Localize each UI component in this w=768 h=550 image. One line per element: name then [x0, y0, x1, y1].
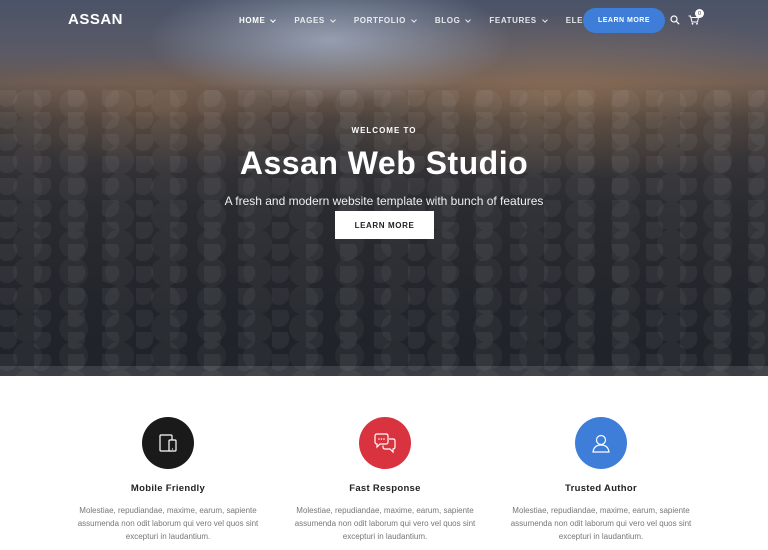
user-icon	[575, 417, 627, 469]
features-section: Mobile Friendly Molestiae, repudiandae, …	[0, 376, 768, 550]
feature-fast-response: Fast Response Molestiae, repudiandae, ma…	[277, 376, 493, 543]
menu-label: PORTFOLIO	[353, 16, 406, 25]
menu-item-pages[interactable]: PAGES	[294, 16, 336, 25]
logo[interactable]: ASSAN	[68, 11, 123, 28]
chevron-down-icon	[465, 16, 472, 23]
cart-count-badge: 0	[695, 9, 704, 18]
search-icon[interactable]	[670, 15, 680, 25]
feature-title: Trusted Author	[565, 483, 637, 494]
hero-section: ASSAN HOME PAGES PORTFOLIO BLOG FEATURES…	[0, 0, 768, 376]
chevron-down-icon	[329, 16, 336, 23]
feature-trusted-author: Trusted Author Molestiae, repudiandae, m…	[493, 376, 709, 543]
mobile-icon	[142, 417, 194, 469]
menu-item-portfolio[interactable]: PORTFOLIO	[353, 16, 417, 25]
feature-title: Mobile Friendly	[130, 483, 206, 494]
hero-eyebrow: WELCOME TO	[351, 126, 417, 135]
menu-item-home[interactable]: HOME	[239, 16, 277, 25]
top-navbar: ASSAN HOME PAGES PORTFOLIO BLOG FEATURES…	[0, 0, 768, 42]
chevron-down-icon	[411, 16, 417, 23]
learn-more-nav-button[interactable]: LEARN MORE	[583, 8, 665, 33]
menu-label: PAGES	[294, 16, 325, 25]
menu-label: FEATURES	[489, 16, 537, 25]
menu-item-blog[interactable]: BLOG	[434, 16, 472, 25]
chevron-down-icon	[270, 16, 277, 23]
feature-title: Fast Response	[349, 483, 421, 494]
chat-icon	[359, 417, 411, 469]
learn-more-hero-button[interactable]: LEARN MORE	[335, 211, 434, 239]
hero-content: WELCOME TO Assan Web Studio A fresh and …	[0, 126, 768, 208]
chevron-down-icon	[541, 16, 548, 23]
feature-description: Molestiae, repudiandae, maxime, earum, s…	[294, 506, 476, 541]
hero-title: Assan Web Studio	[239, 145, 529, 181]
menu-label: BLOG	[434, 16, 461, 25]
menu-label: HOME	[239, 16, 266, 25]
hero-subtitle: A fresh and modern website template with…	[224, 194, 544, 208]
menu-item-features[interactable]: FEATURES	[489, 16, 548, 25]
feature-mobile-friendly: Mobile Friendly Molestiae, repudiandae, …	[60, 376, 276, 543]
feature-description: Molestiae, repudiandae, maxime, earum, s…	[510, 506, 692, 541]
feature-description: Molestiae, repudiandae, maxime, earum, s…	[77, 506, 259, 541]
